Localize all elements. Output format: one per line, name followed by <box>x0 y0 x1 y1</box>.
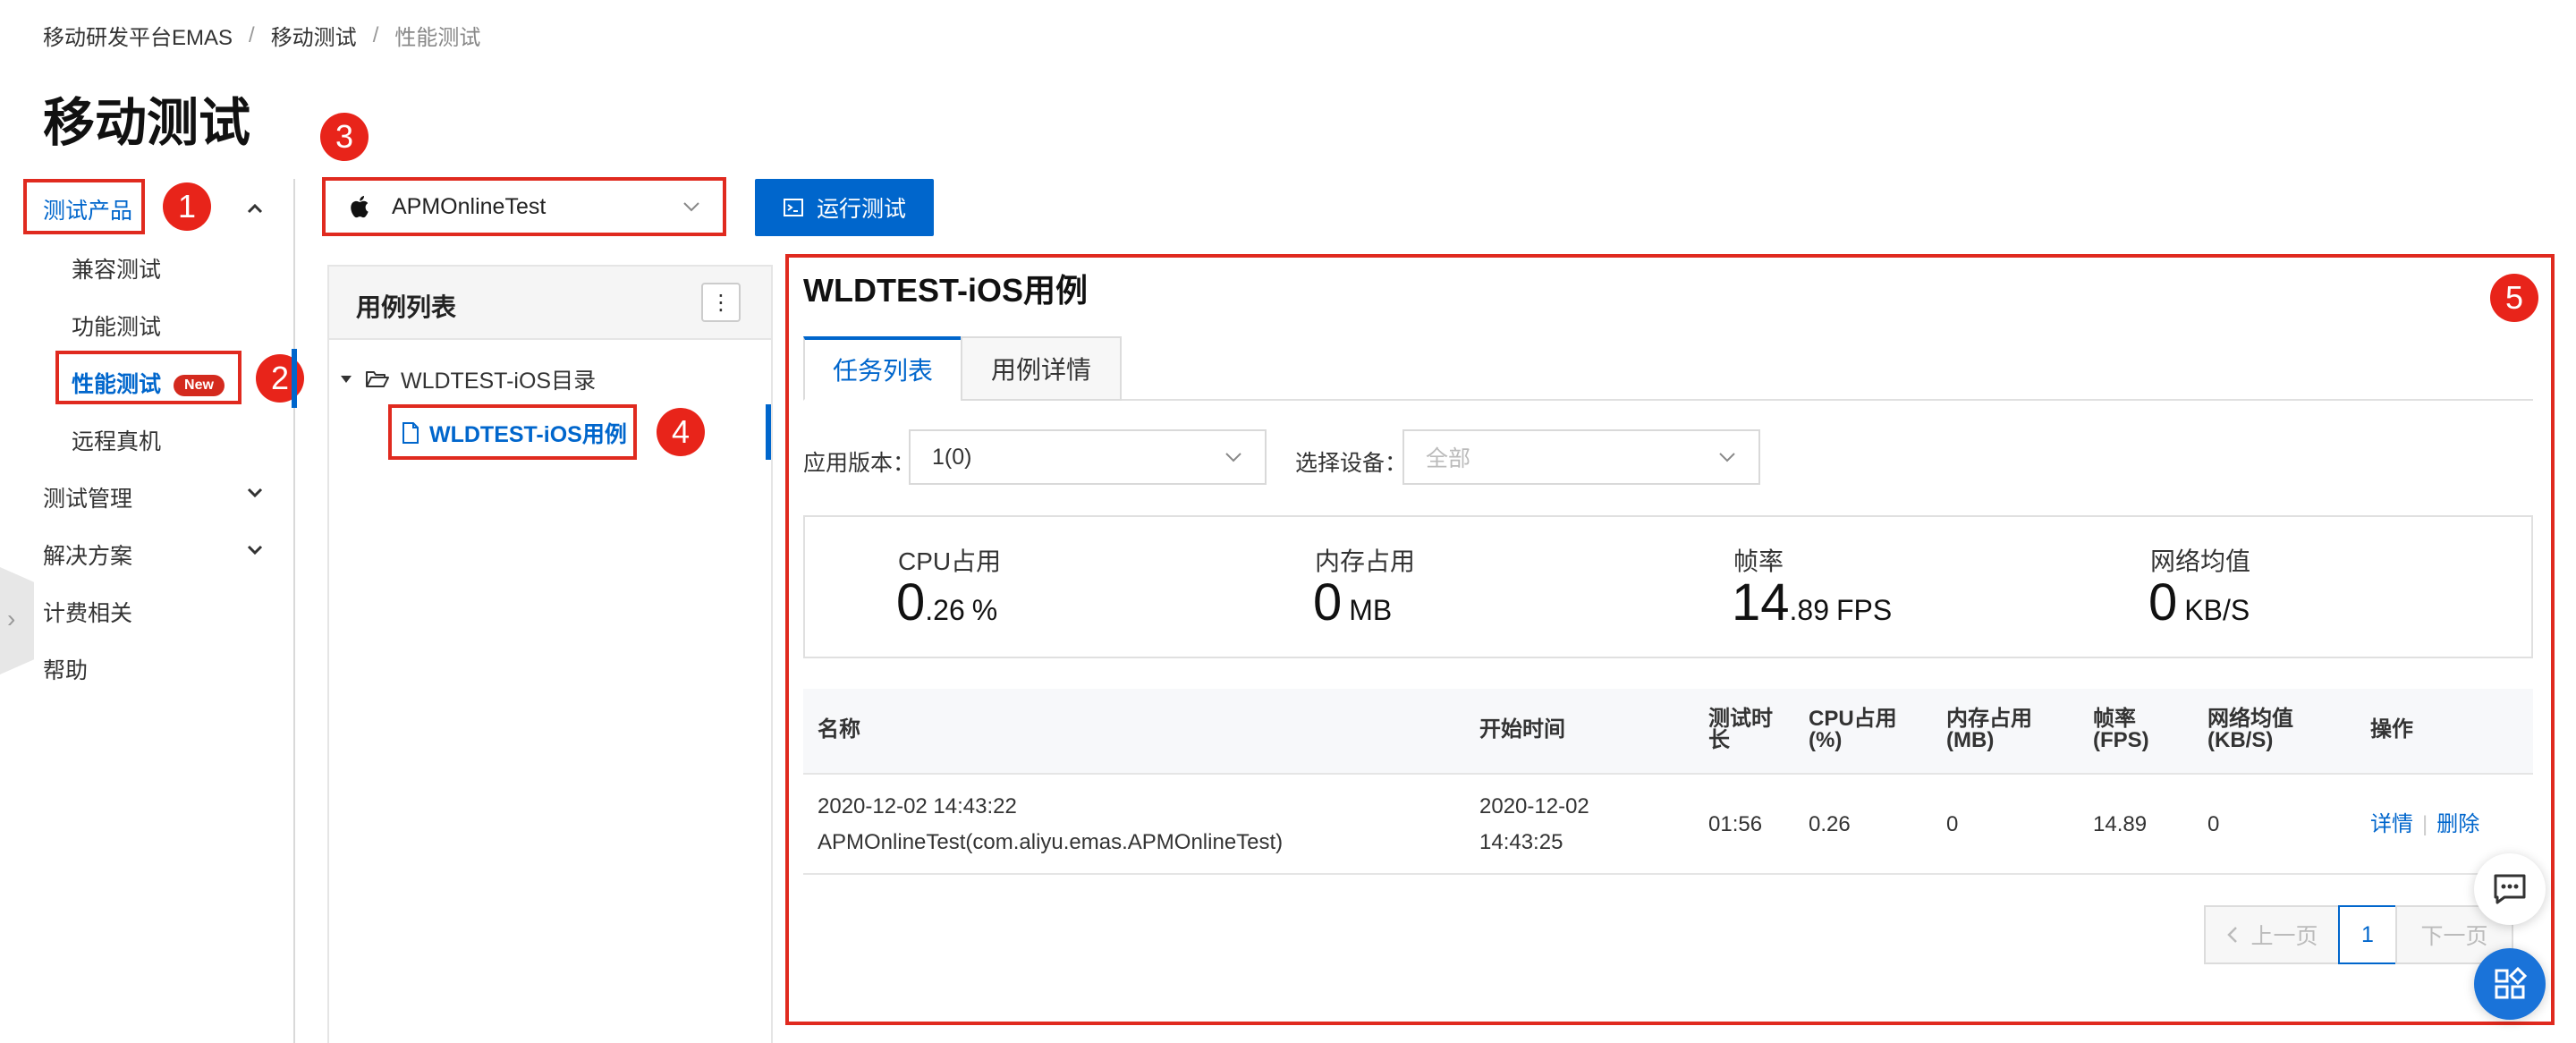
apps-button[interactable] <box>2474 948 2546 1020</box>
case-active-indicator <box>766 404 771 460</box>
annotation-badge-3: 3 <box>320 113 369 161</box>
metric-fps-value: 14.89 FPS <box>1732 573 1893 632</box>
th-network: 网络均值 (KB/S) <box>2207 707 2293 752</box>
annotation-badge-4: 4 <box>657 408 705 456</box>
sidebar-item-remote-device[interactable]: 远程真机 <box>72 424 161 456</box>
device-placeholder: 全部 <box>1426 446 1471 471</box>
more-options-button[interactable]: ⋮ <box>701 283 741 322</box>
th-memory: 内存占用 (MB) <box>1946 707 2032 752</box>
th-operation: 操作 <box>2370 717 2413 742</box>
cell-network: 0 <box>2207 812 2220 836</box>
caret-down-icon[interactable] <box>338 371 354 387</box>
terminal-icon <box>783 199 803 216</box>
delete-link[interactable]: 删除 <box>2436 812 2479 836</box>
metric-memory-value: 0 MB <box>1313 573 1393 632</box>
prev-page-label: 上一页 <box>2250 924 2318 949</box>
metric-cpu-value: 0.26% <box>896 573 998 632</box>
cell-fps: 14.89 <box>2093 812 2148 836</box>
sidebar-item-functional[interactable]: 功能测试 <box>72 310 161 342</box>
breadcrumb-item-mobile-test[interactable]: 移动测试 <box>271 20 357 51</box>
sidebar-group-test-management[interactable]: 测试管理 <box>43 481 132 513</box>
tab-case-detail[interactable]: 用例详情 <box>961 336 1122 401</box>
tree-folder-label: WLDTEST-iOS目录 <box>401 369 597 394</box>
sidebar-group-help[interactable]: 帮助 <box>43 653 88 685</box>
more-vertical-icon: ⋮ <box>710 290 732 315</box>
chat-button[interactable] <box>2474 853 2546 925</box>
folder-open-icon <box>366 371 389 387</box>
cell-cpu: 0.26 <box>1809 812 1851 836</box>
case-detail-title: WLDTEST-iOS用例 <box>803 272 1088 309</box>
breadcrumb-item-emas[interactable]: 移动研发平台EMAS <box>43 20 233 51</box>
annotation-box-4 <box>388 404 637 460</box>
th-fps: 帧率 (FPS) <box>2093 707 2149 752</box>
version-label: 应用版本： <box>803 451 916 476</box>
detail-link[interactable]: 详情 <box>2370 812 2413 836</box>
version-select[interactable]: 1(0) <box>909 429 1267 485</box>
sidebar-divider <box>293 179 295 1043</box>
th-name: 名称 <box>818 717 860 742</box>
run-test-label: 运行测试 <box>816 197 906 222</box>
annotation-badge-1: 1 <box>163 182 211 231</box>
breadcrumb-current: 性能测试 <box>394 26 481 50</box>
tab-task-list[interactable]: 任务列表 <box>803 336 962 401</box>
annotation-box-3 <box>322 177 726 236</box>
tree-folder[interactable]: WLDTEST-iOS目录 <box>338 363 596 395</box>
sidebar-collapse-handle[interactable]: › <box>0 567 34 674</box>
device-select[interactable]: 全部 <box>1402 429 1760 485</box>
annotation-box-1 <box>23 179 145 234</box>
breadcrumb-separator: / <box>372 22 379 47</box>
cell-name: 2020-12-02 14:43:22 APMOnlineTest(com.ali… <box>818 794 1284 854</box>
version-value: 1(0) <box>932 444 972 470</box>
prev-page-button[interactable]: 上一页 <box>2204 905 2340 964</box>
apps-grid-icon <box>2495 966 2528 999</box>
cell-duration: 01:56 <box>1708 812 1763 836</box>
breadcrumb-separator: / <box>249 22 255 47</box>
next-page-label: 下一页 <box>2420 924 2488 949</box>
breadcrumb: 移动研发平台EMAS / 移动测试 / 性能测试 <box>43 20 480 51</box>
th-cpu: CPU占用 (%) <box>1809 707 1897 752</box>
cell-memory: 0 <box>1946 812 1959 836</box>
chevron-down-icon[interactable] <box>245 540 265 560</box>
chat-icon <box>2494 874 2526 904</box>
cell-operations: 详情 | 删除 <box>2370 807 2479 843</box>
op-separator: | <box>2422 812 2428 836</box>
chevron-down-icon[interactable] <box>245 483 265 503</box>
sidebar-item-compatibility[interactable]: 兼容测试 <box>72 252 161 284</box>
device-label: 选择设备： <box>1295 451 1408 476</box>
sidebar-group-solutions[interactable]: 解决方案 <box>43 538 132 571</box>
chevron-left-icon <box>2227 927 2238 943</box>
metrics-summary <box>803 515 2533 658</box>
case-list-title: 用例列表 <box>356 293 457 321</box>
chevron-up-icon[interactable] <box>245 199 265 218</box>
th-start-time: 开始时间 <box>1479 717 1565 742</box>
chevron-right-icon: › <box>7 605 16 632</box>
page-title: 移动测试 <box>43 94 251 152</box>
metric-network-value: 0 KB/S <box>2148 573 2250 632</box>
th-duration: 测试时长 <box>1708 707 1773 752</box>
page-1-button[interactable]: 1 <box>2338 905 2397 964</box>
row-divider <box>803 873 2533 875</box>
sidebar-active-indicator <box>292 349 297 408</box>
chevron-down-icon <box>1719 453 1735 462</box>
annotation-box-2 <box>55 351 242 404</box>
annotation-badge-5: 5 <box>2490 274 2538 322</box>
cell-start-time: 2020-12-02 14:43:25 <box>1479 794 1589 854</box>
run-test-button[interactable]: 运行测试 <box>755 179 934 236</box>
chevron-down-icon <box>1225 453 1241 462</box>
sidebar-group-billing[interactable]: 计费相关 <box>43 596 132 628</box>
